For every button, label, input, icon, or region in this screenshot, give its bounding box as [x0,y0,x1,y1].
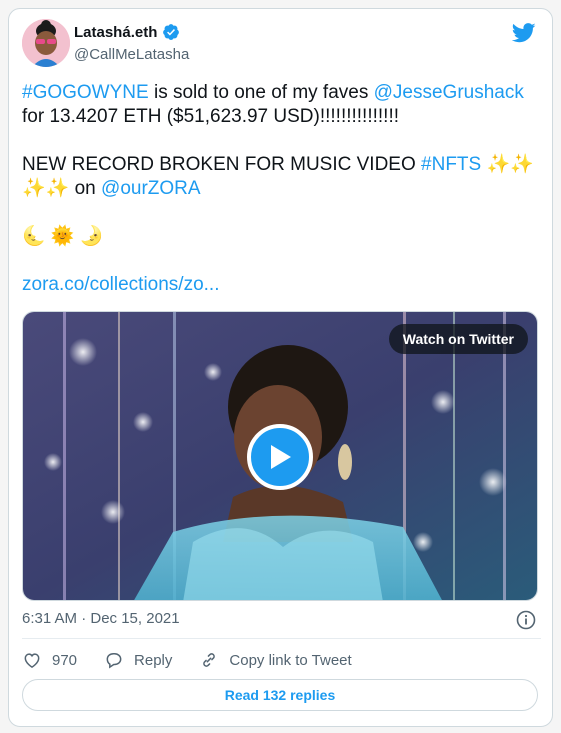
tweet-actions: 970 Reply Copy link to Tweet [22,650,352,670]
twitter-bird-icon[interactable] [512,23,536,43]
link-icon [203,653,216,667]
play-button[interactable] [247,424,313,490]
tweet-link[interactable]: zora.co/collections/zo... [22,273,542,297]
mention-jessegrushack[interactable]: @JesseGrushack [374,82,524,103]
author-handle[interactable]: @CallMeLatasha [74,46,189,63]
tweet-text: #GOGOWYNE is sold to one of my faves @Je… [22,81,542,297]
info-icon[interactable] [516,610,536,630]
tweet-card: Latashá.eth @CallMeLatasha #GOGOWYNE is … [8,8,553,727]
reply-button[interactable]: Reply [104,650,172,670]
tweet-line-2: for 13.4207 ETH ($51,623.97 USD)!!!!!!!!… [22,106,400,127]
watch-on-twitter-button[interactable]: Watch on Twitter [388,324,528,354]
verified-badge-icon [163,24,180,40]
tweet-line-4: ✨✨ on @ourZORA [22,177,542,201]
tweet-line-1-text: is sold to one of my faves [148,82,374,103]
avatar[interactable] [22,19,70,67]
copy-link-button[interactable]: Copy link to Tweet [199,650,352,670]
like-button[interactable]: 970 [22,650,77,670]
moon-sun-emoji: 🌜 🌞 🌛 [22,226,104,247]
author-name-row[interactable]: Latashá.eth [74,23,180,41]
read-replies-button[interactable]: Read 132 replies [22,679,538,711]
divider [22,638,541,639]
hashtag-nfts[interactable]: #NFTS [421,154,481,175]
sparkles-emoji-2: ✨✨ [22,178,70,199]
reply-icon [106,653,122,669]
copy-link-label: Copy link to Tweet [229,651,352,669]
mention-ourzora[interactable]: @ourZORA [101,178,201,199]
tweet-line-4-text: on [69,178,102,199]
heart-icon [24,653,40,668]
tweet-line-3: NEW RECORD BROKEN FOR MUSIC VIDEO #NFTS … [22,153,542,177]
tweet-timestamp[interactable]: 6:31 AM · Dec 15, 2021 [22,610,180,627]
reply-label: Reply [134,651,173,669]
video-thumbnail[interactable]: Watch on Twitter [22,311,538,601]
author-name[interactable]: Latashá.eth [74,24,157,41]
tweet-line-3-text: NEW RECORD BROKEN FOR MUSIC VIDEO [22,154,422,175]
sparkles-emoji: ✨✨ [481,154,534,175]
hashtag-gogowyne[interactable]: #GOGOWYNE [22,82,149,103]
like-count: 970 [52,651,78,669]
play-icon [271,445,291,469]
tweet-line-1: #GOGOWYNE is sold to one of my faves @Je… [22,81,542,105]
